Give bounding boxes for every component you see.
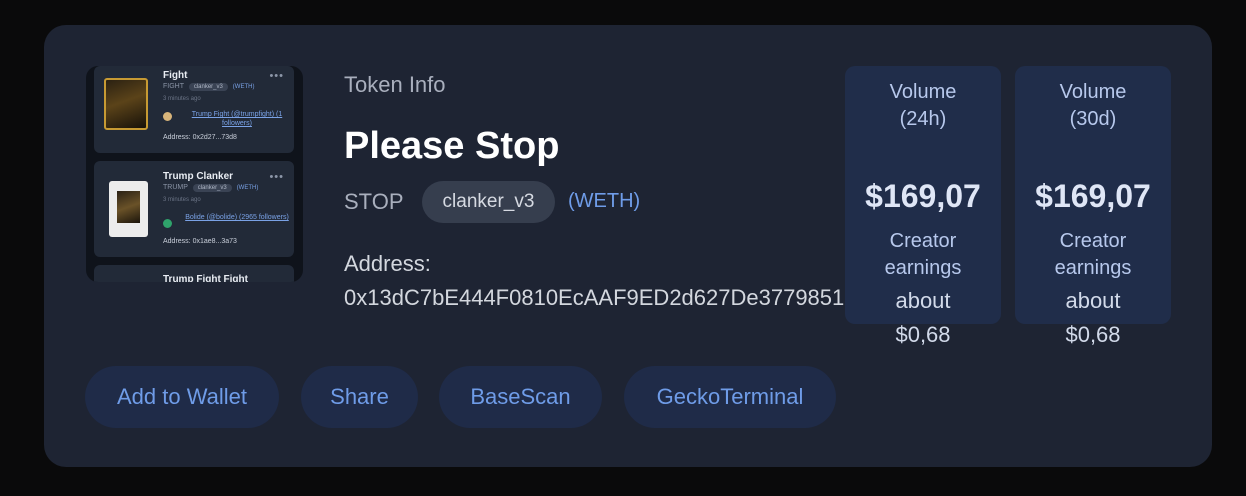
feed-card-ticker: TRUMP bbox=[163, 184, 188, 191]
add-to-wallet-button[interactable]: Add to Wallet bbox=[85, 366, 279, 428]
feed-card-time: 3 minutes ago bbox=[163, 197, 201, 203]
feed-card-trump-fight-fight: Trump Fight Fight bbox=[94, 265, 294, 282]
feed-card-time: 3 minutes ago bbox=[163, 96, 201, 102]
feed-card-name: Fight bbox=[163, 70, 188, 81]
version-pill: clanker_v3 bbox=[422, 181, 555, 223]
feed-card-ticker-row: FIGHT clanker_v3 (WETH) bbox=[163, 83, 254, 91]
stat-volume-30d: Volume (30d) $169,07 Creator earnings ab… bbox=[1015, 66, 1171, 347]
token-ticker: STOP bbox=[344, 189, 404, 214]
stat-volume-24h: Volume (24h) $169,07 Creator earnings ab… bbox=[845, 66, 1001, 347]
token-address: Address: 0x13dC7bE444F0810EcAAF9ED2d627D… bbox=[344, 251, 881, 310]
stat-label-text: Volume (24h) bbox=[889, 81, 957, 130]
feed-card-name: Trump Fight Fight bbox=[163, 274, 248, 282]
earnings-label: Creator earnings bbox=[1015, 228, 1171, 282]
token-image bbox=[109, 181, 148, 237]
token-image bbox=[104, 78, 148, 130]
ellipsis-icon: ••• bbox=[269, 70, 284, 82]
token-card: Fight ••• FIGHT clanker_v3 (WETH) 3 minu… bbox=[44, 25, 1212, 467]
token-feed-thumbnail: Fight ••• FIGHT clanker_v3 (WETH) 3 minu… bbox=[86, 66, 303, 282]
feed-card-fight: Fight ••• FIGHT clanker_v3 (WETH) 3 minu… bbox=[94, 66, 294, 153]
stat-value: $169,07 bbox=[1035, 178, 1151, 214]
earnings-label-text: Creator earnings bbox=[884, 230, 962, 279]
token-name: Please Stop bbox=[344, 125, 560, 167]
stat-label: Volume (30d) bbox=[1015, 79, 1171, 133]
geckoterminal-button[interactable]: GeckoTerminal bbox=[624, 366, 836, 428]
feed-card-pair: (WETH) bbox=[232, 84, 255, 90]
feed-card-name: Trump Clanker bbox=[163, 171, 234, 182]
stat-label-text: Volume (30d) bbox=[1059, 81, 1127, 130]
feed-card-address: Address: 0x2d27...73d8 bbox=[163, 134, 237, 141]
basescan-button[interactable]: BaseScan bbox=[439, 366, 602, 428]
earnings-label: Creator earnings bbox=[845, 228, 1001, 282]
feed-card-ticker-row: TRUMP clanker_v3 (WETH) bbox=[163, 184, 258, 192]
pair-label: (WETH) bbox=[568, 190, 641, 212]
feed-card-pair: (WETH) bbox=[236, 185, 259, 191]
feed-card-user-link[interactable]: Bolide (@bolide) (2965 followers) bbox=[182, 213, 292, 222]
avatar bbox=[163, 112, 172, 121]
earnings-amount: $0,68 bbox=[895, 322, 951, 347]
feed-card-pill: clanker_v3 bbox=[188, 83, 228, 91]
section-label: Token Info bbox=[344, 72, 446, 97]
earnings-about: about bbox=[1065, 288, 1121, 313]
feed-card-user-link[interactable]: Trump Fight (@trumpfight) (1 followers) bbox=[182, 110, 292, 128]
feed-card-address: Address: 0x1ae8...3a73 bbox=[163, 238, 237, 245]
ellipsis-icon: ••• bbox=[269, 171, 284, 183]
feed-card-ticker: FIGHT bbox=[163, 83, 184, 90]
share-button[interactable]: Share bbox=[301, 366, 418, 428]
earnings-label-text: Creator earnings bbox=[1054, 230, 1132, 279]
stat-label: Volume (24h) bbox=[845, 79, 1001, 133]
earnings-amount: $0,68 bbox=[1065, 322, 1121, 347]
stat-value: $169,07 bbox=[865, 178, 981, 214]
feed-card-pill: clanker_v3 bbox=[192, 184, 232, 192]
feed-card-trump-clanker: Trump Clanker ••• TRUMP clanker_v3 (WETH… bbox=[94, 161, 294, 257]
avatar bbox=[163, 219, 172, 228]
earnings-about: about bbox=[895, 288, 951, 313]
